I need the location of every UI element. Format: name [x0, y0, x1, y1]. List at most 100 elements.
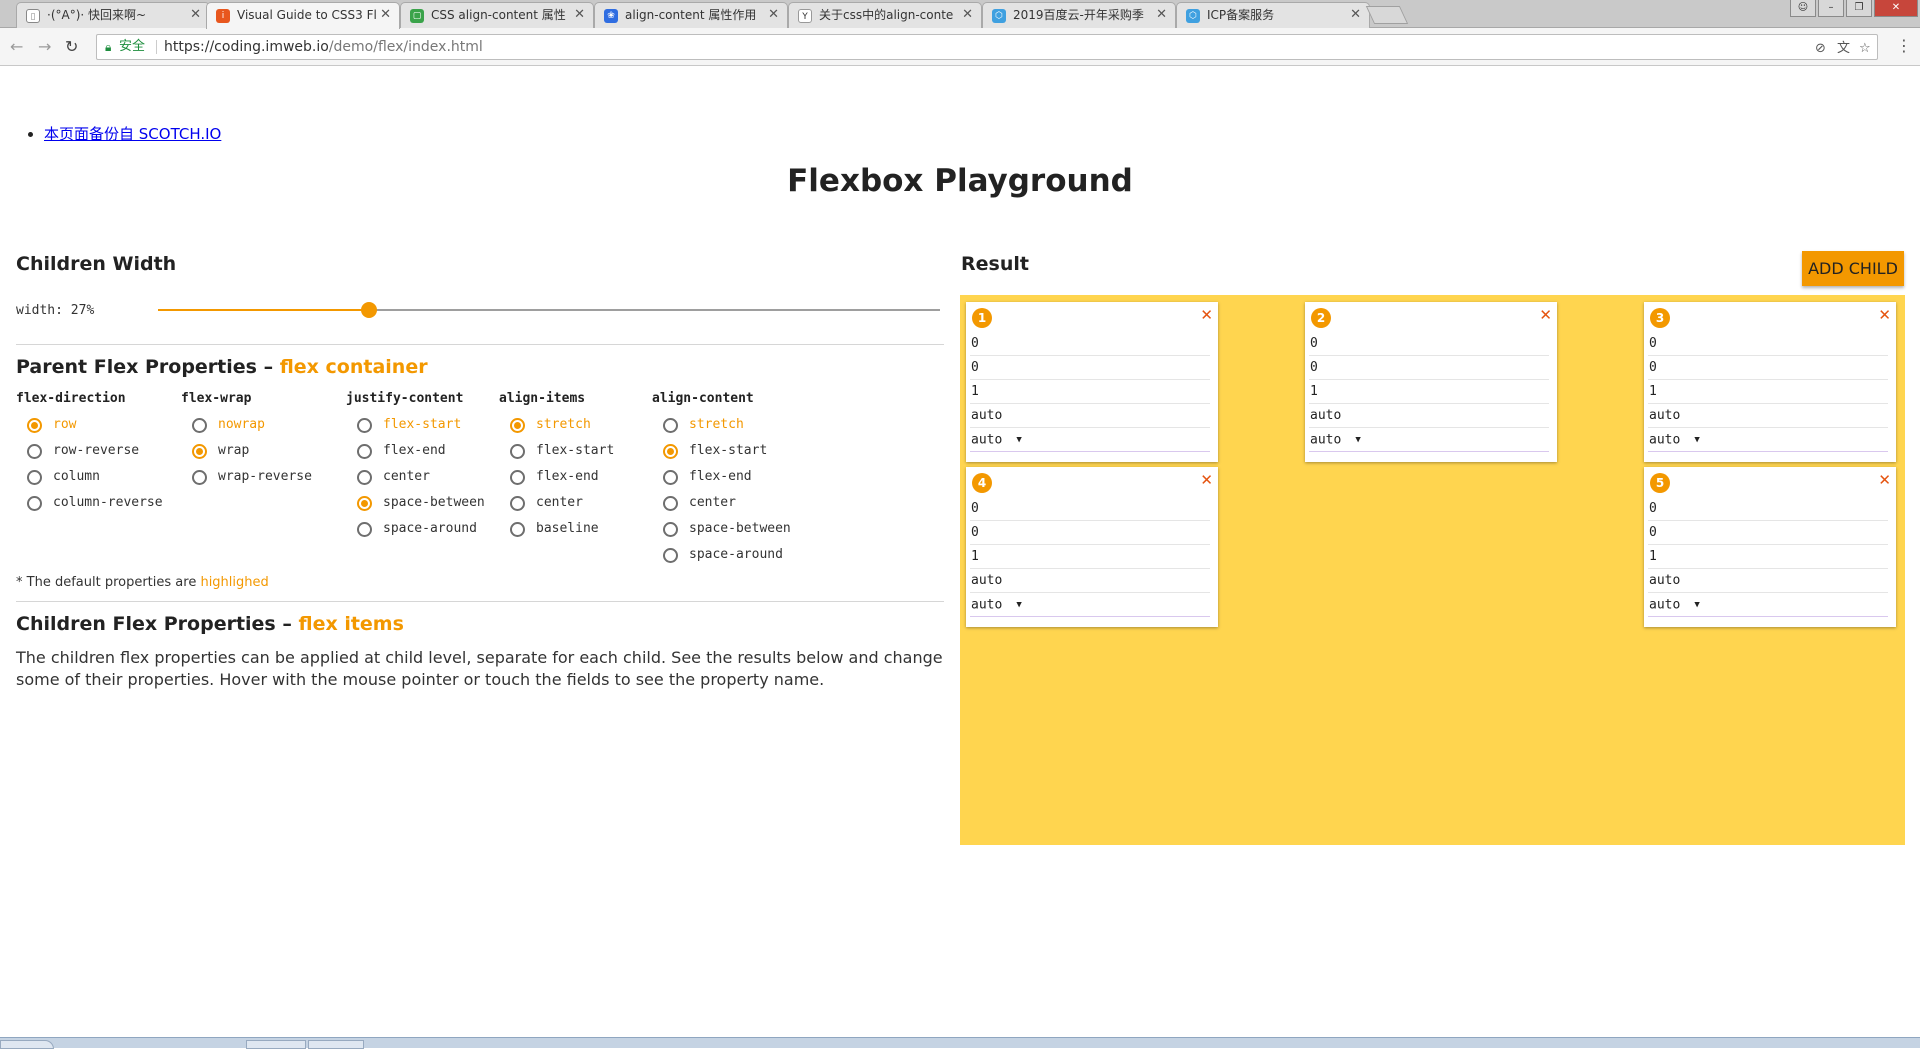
align-self-select[interactable]: auto ▼: [1648, 593, 1888, 617]
option-justify-content-flex-end[interactable]: flex-end: [346, 438, 485, 464]
flex-shrink-input[interactable]: 1: [1648, 380, 1888, 404]
radio-button[interactable]: [510, 470, 525, 485]
option-justify-content-center[interactable]: center: [346, 464, 485, 490]
option-flex-direction-row[interactable]: row: [16, 412, 163, 438]
flex-basis-input[interactable]: auto: [1309, 404, 1549, 428]
radio-button[interactable]: [663, 522, 678, 537]
remove-icon[interactable]: ✕: [1539, 306, 1552, 324]
close-icon[interactable]: ✕: [190, 3, 201, 27]
flex-grow-input[interactable]: 0: [1309, 356, 1549, 380]
flex-grow-input[interactable]: 0: [1648, 356, 1888, 380]
remove-icon[interactable]: ✕: [1200, 306, 1213, 324]
option-flex-direction-column[interactable]: column: [16, 464, 163, 490]
remove-icon[interactable]: ✕: [1878, 471, 1891, 489]
option-align-content-flex-start[interactable]: flex-start: [652, 438, 791, 464]
radio-button[interactable]: [510, 444, 525, 459]
option-align-content-space-around[interactable]: space-around: [652, 542, 791, 568]
option-align-items-stretch[interactable]: stretch: [499, 412, 614, 438]
radio-button[interactable]: [27, 470, 42, 485]
radio-button[interactable]: [663, 470, 678, 485]
option-align-content-space-between[interactable]: space-between: [652, 516, 791, 542]
menu-icon[interactable]: ⋮: [1896, 36, 1912, 55]
flex-order-input[interactable]: 0: [1309, 332, 1549, 356]
radio-button[interactable]: [357, 522, 372, 537]
option-justify-content-space-around[interactable]: space-around: [346, 516, 485, 542]
flex-basis-input[interactable]: auto: [1648, 569, 1888, 593]
flex-grow-input[interactable]: 0: [970, 521, 1210, 545]
flex-order-input[interactable]: 0: [1648, 497, 1888, 521]
tab-6[interactable]: ⬡ 2019百度云-开年采购季 ✕: [982, 2, 1176, 28]
option-align-content-flex-end[interactable]: flex-end: [652, 464, 791, 490]
radio-button[interactable]: [510, 496, 525, 511]
restore-button[interactable]: ❐: [1846, 0, 1872, 17]
align-self-select[interactable]: auto ▼: [1309, 428, 1549, 452]
option-align-content-stretch[interactable]: stretch: [652, 412, 791, 438]
reload-icon[interactable]: ↻: [65, 37, 78, 56]
radio-button[interactable]: [663, 418, 678, 433]
radio-button[interactable]: [357, 418, 372, 433]
minimize-button[interactable]: –: [1818, 0, 1844, 17]
flex-shrink-input[interactable]: 1: [1309, 380, 1549, 404]
radio-button[interactable]: [510, 522, 525, 537]
radio-button[interactable]: [192, 444, 207, 459]
address-bar[interactable]: 🔒︎ 安全 https://coding.imweb.io/demo/flex/…: [96, 34, 1878, 60]
radio-button[interactable]: [27, 418, 42, 433]
radio-button[interactable]: [663, 496, 678, 511]
option-align-items-flex-end[interactable]: flex-end: [499, 464, 614, 490]
option-align-items-flex-start[interactable]: flex-start: [499, 438, 614, 464]
user-icon[interactable]: ☺: [1790, 0, 1816, 17]
tab-3[interactable]: ▢ CSS align-content 属性 ✕: [400, 2, 594, 28]
align-self-select[interactable]: auto ▼: [1648, 428, 1888, 452]
option-align-items-center[interactable]: center: [499, 490, 614, 516]
radio-button[interactable]: [357, 470, 372, 485]
option-justify-content-space-between[interactable]: space-between: [346, 490, 485, 516]
blocked-popup-icon[interactable]: ⊘: [1815, 37, 1826, 61]
new-tab-button[interactable]: [1365, 6, 1409, 24]
flex-grow-input[interactable]: 0: [1648, 521, 1888, 545]
close-icon[interactable]: ✕: [1156, 3, 1167, 27]
forward-arrow-icon[interactable]: →: [38, 37, 51, 56]
close-icon[interactable]: ✕: [1350, 3, 1361, 27]
flex-grow-input[interactable]: 0: [970, 356, 1210, 380]
radio-button[interactable]: [663, 444, 678, 459]
option-flex-wrap-wrap[interactable]: wrap: [181, 438, 312, 464]
flex-order-input[interactable]: 0: [970, 332, 1210, 356]
option-flex-direction-column-reverse[interactable]: column-reverse: [16, 490, 163, 516]
tab-2[interactable]: i Visual Guide to CSS3 Fl ✕: [206, 2, 400, 29]
flex-basis-input[interactable]: auto: [970, 404, 1210, 428]
radio-button[interactable]: [357, 496, 372, 511]
radio-button[interactable]: [357, 444, 372, 459]
tab-5[interactable]: Y 关于css中的align-conte ✕: [788, 2, 982, 28]
tab-7[interactable]: ⬡ ICP备案服务 ✕: [1176, 2, 1370, 28]
tab-4[interactable]: ❀ align-content 属性作用 ✕: [594, 2, 788, 28]
option-flex-wrap-wrap-reverse[interactable]: wrap-reverse: [181, 464, 312, 490]
flex-shrink-input[interactable]: 1: [970, 545, 1210, 569]
close-icon[interactable]: ✕: [380, 3, 391, 27]
flex-shrink-input[interactable]: 1: [970, 380, 1210, 404]
flex-shrink-input[interactable]: 1: [1648, 545, 1888, 569]
radio-button[interactable]: [192, 470, 207, 485]
flex-order-input[interactable]: 0: [1648, 332, 1888, 356]
close-window-button[interactable]: ✕: [1874, 0, 1918, 17]
add-child-button[interactable]: ADD CHILD: [1802, 251, 1904, 286]
tab-1[interactable]: ▯ ·(°A°)· 快回来啊~ ✕: [16, 2, 210, 28]
flex-order-input[interactable]: 0: [970, 497, 1210, 521]
flex-basis-input[interactable]: auto: [970, 569, 1210, 593]
flex-basis-input[interactable]: auto: [1648, 404, 1888, 428]
align-self-select[interactable]: auto ▼: [970, 593, 1210, 617]
radio-button[interactable]: [510, 418, 525, 433]
width-slider[interactable]: [158, 302, 940, 318]
close-icon[interactable]: ✕: [962, 3, 973, 27]
slider-thumb[interactable]: [361, 302, 377, 318]
close-icon[interactable]: ✕: [574, 3, 585, 27]
radio-button[interactable]: [192, 418, 207, 433]
align-self-select[interactable]: auto ▼: [970, 428, 1210, 452]
close-icon[interactable]: ✕: [768, 3, 779, 27]
remove-icon[interactable]: ✕: [1878, 306, 1891, 324]
backup-link[interactable]: 本页面备份自 SCOTCH.IO: [44, 125, 221, 143]
option-flex-wrap-nowrap[interactable]: nowrap: [181, 412, 312, 438]
back-arrow-icon[interactable]: ←: [10, 37, 23, 56]
radio-button[interactable]: [27, 496, 42, 511]
option-flex-direction-row-reverse[interactable]: row-reverse: [16, 438, 163, 464]
option-align-items-baseline[interactable]: baseline: [499, 516, 614, 542]
